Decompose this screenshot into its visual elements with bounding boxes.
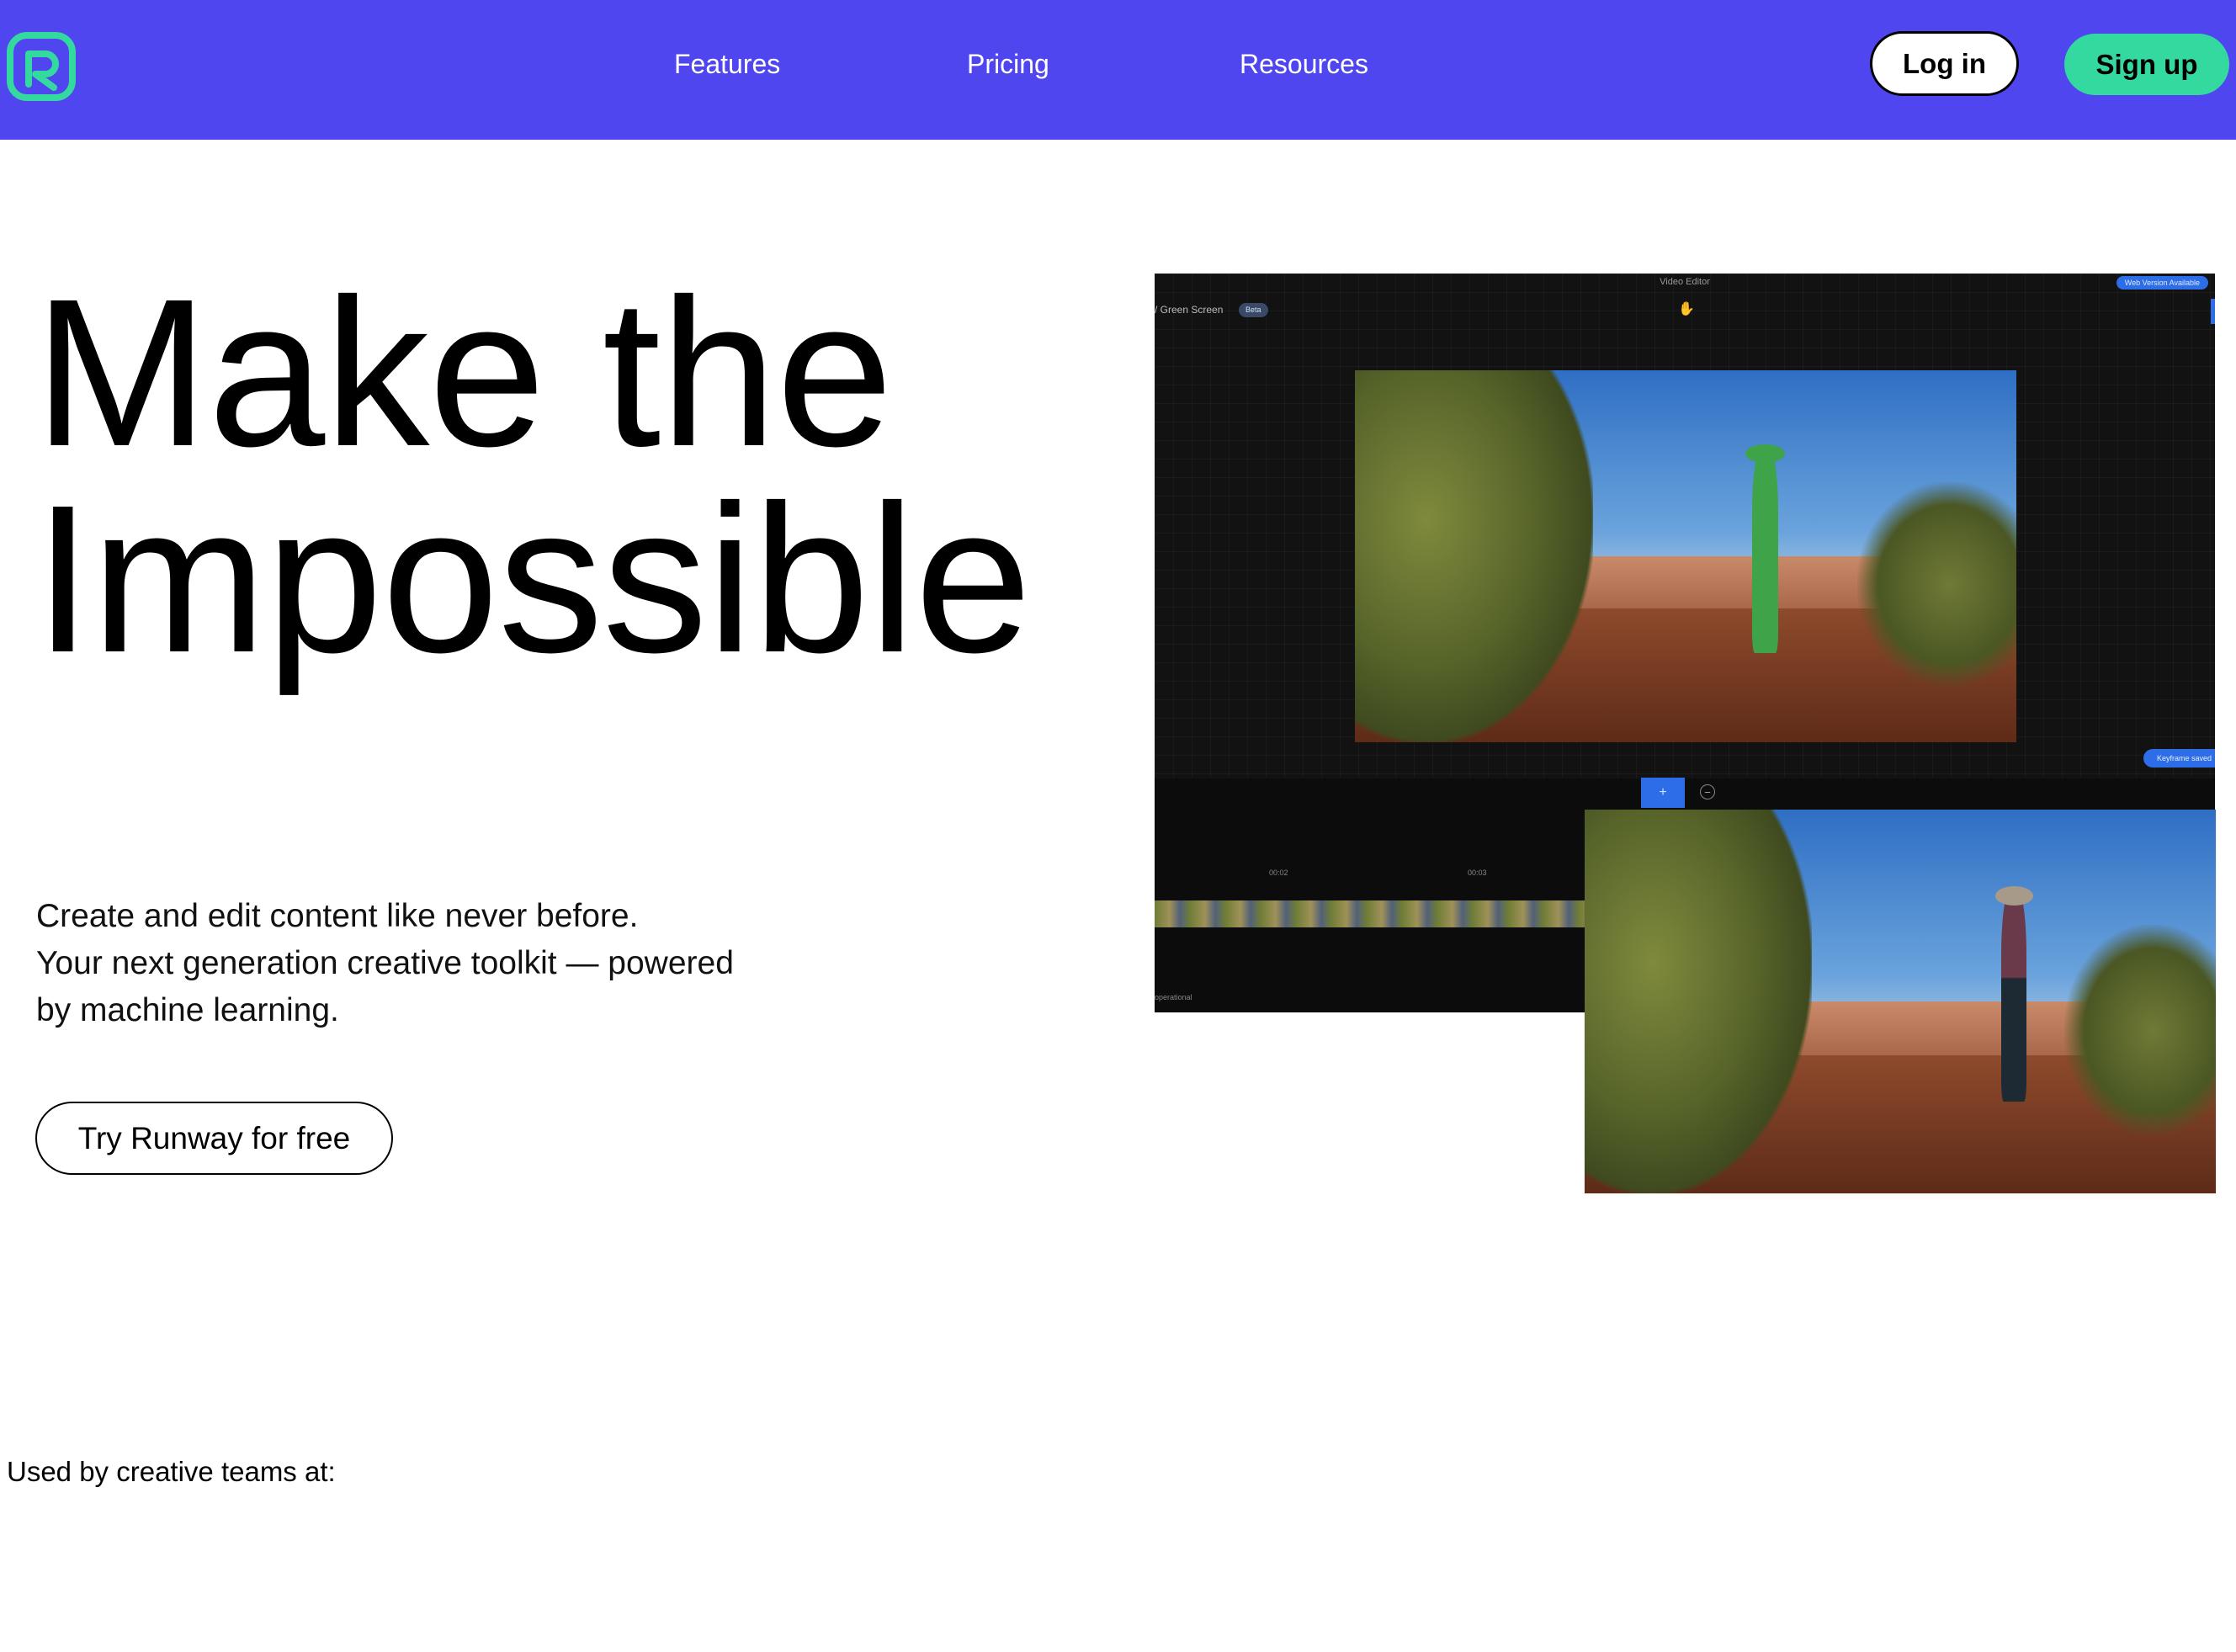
hero-subtext: Create and edit content like never befor… — [36, 893, 844, 1034]
scene-pine-tree-right-2 — [2064, 924, 2216, 1136]
login-button[interactable]: Log in — [1870, 31, 2019, 96]
top-navbar: Features Pricing Resources Log in Sign u… — [0, 0, 2236, 140]
hero-subtext-line-3: by machine learning. — [36, 992, 339, 1028]
editor-status-footer: operational — [1155, 993, 1192, 1001]
beta-badge: Beta — [1239, 303, 1268, 317]
try-runway-button[interactable]: Try Runway for free — [35, 1102, 393, 1175]
scene-pine-tree-right — [1857, 481, 2016, 687]
hand-tool-icon[interactable]: ✋ — [1678, 300, 1695, 317]
masked-person — [1751, 452, 1779, 653]
original-footage-frame — [1585, 810, 2216, 1193]
person-hat — [1994, 886, 2033, 906]
nav-pricing-link[interactable]: Pricing — [967, 46, 1049, 82]
remove-keyframe-icon[interactable]: − — [1700, 784, 1715, 799]
add-keyframe-button[interactable]: + — [1641, 778, 1685, 808]
runway-logo-icon[interactable] — [7, 32, 76, 101]
editor-breadcrumb: / Green Screen — [1155, 304, 1224, 316]
hero-headline: Make the Impossible — [34, 255, 1032, 696]
keyframe-saved-toast: Keyframe saved — [2143, 749, 2215, 768]
signup-button[interactable]: Sign up — [2064, 34, 2229, 95]
scene-pine-tree-left-2 — [1585, 810, 1812, 1193]
timeline-filmstrip[interactable] — [1155, 900, 1592, 927]
hero-headline-line-1: Make the — [34, 255, 893, 490]
hero-subtext-line-2: Your next generation creative toolkit — … — [36, 945, 734, 981]
hero-headline-line-2: Impossible — [34, 461, 1032, 696]
used-by-label: Used by creative teams at: — [7, 1456, 336, 1487]
person — [2001, 894, 2026, 1102]
hero-subtext-line-1: Create and edit content like never befor… — [36, 898, 639, 934]
nav-resources-link[interactable]: Resources — [1240, 46, 1368, 82]
scene-pine-tree-left — [1355, 370, 1593, 742]
editor-title: Video Editor — [1660, 277, 1710, 287]
web-version-badge: Web Version Available — [2116, 276, 2208, 289]
timeline-tick-1: 00:02 — [1269, 868, 1288, 877]
green-screen-preview-frame — [1355, 370, 2016, 742]
timeline-tick-2: 00:03 — [1468, 868, 1487, 877]
export-button-edge — [2211, 299, 2215, 324]
nav-features-link[interactable]: Features — [674, 46, 780, 82]
